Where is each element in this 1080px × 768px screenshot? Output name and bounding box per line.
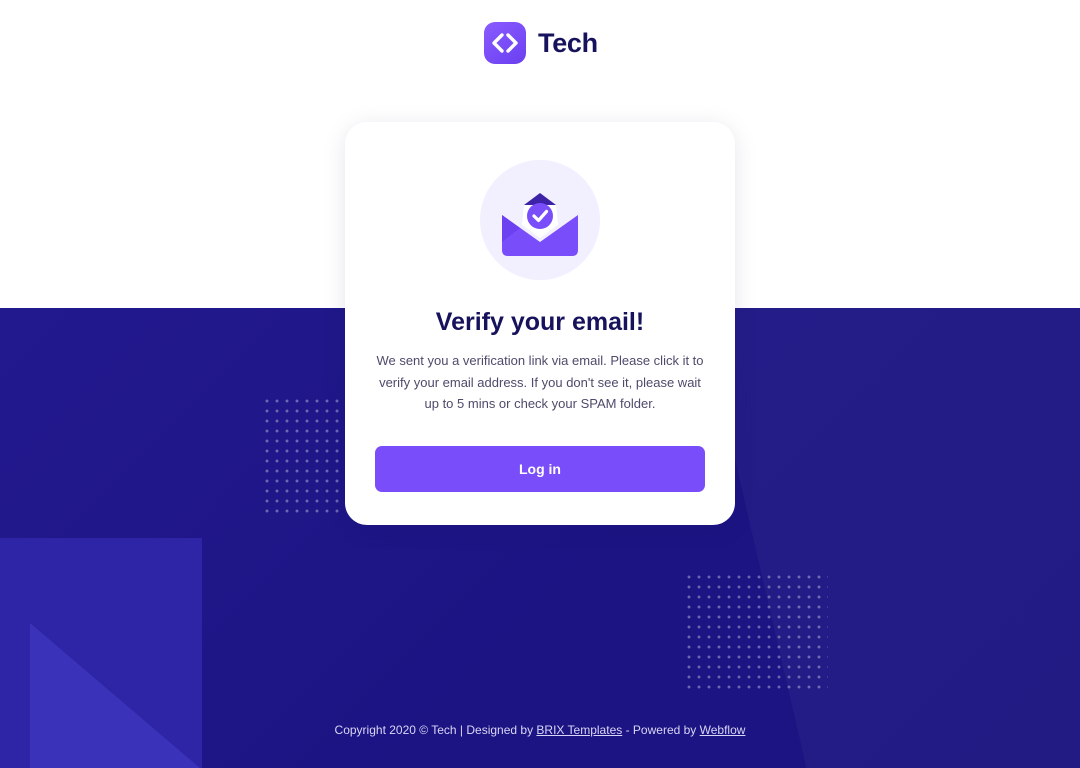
login-button[interactable]: Log in	[375, 446, 705, 492]
brand-name: Tech	[538, 27, 598, 58]
footer: Copyright 2020 © Tech | Designed by BRIX…	[0, 723, 1080, 737]
envelope-check-icon	[502, 193, 578, 256]
card-title: Verify your email!	[435, 308, 645, 336]
envelope-icon-container	[480, 160, 600, 280]
dot-pattern-left	[262, 396, 342, 518]
footer-copyright: Copyright 2020 © Tech | Designed by	[334, 723, 534, 737]
code-brackets-icon	[484, 22, 526, 64]
footer-powered-text: - Powered by	[625, 723, 697, 737]
footer-designer-link[interactable]: BRIX Templates	[536, 723, 622, 737]
dot-pattern-right	[684, 572, 828, 694]
verify-email-card: Verify your email! We sent you a verific…	[345, 122, 735, 525]
brand-logo[interactable]: Tech	[484, 22, 598, 64]
card-message: We sent you a verification link via emai…	[376, 353, 704, 411]
decorative-diagonal-shape	[700, 308, 1080, 768]
footer-webflow-link[interactable]: Webflow	[700, 723, 746, 737]
